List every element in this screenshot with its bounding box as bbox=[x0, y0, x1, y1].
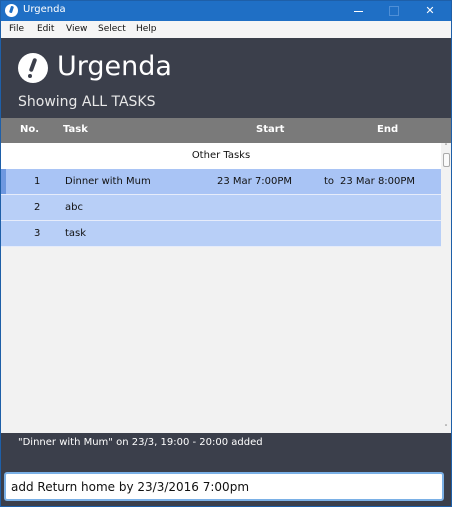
column-end: End bbox=[377, 124, 399, 135]
task-name: task bbox=[65, 228, 87, 239]
task-name: Dinner with Mum bbox=[65, 176, 151, 187]
menu-bar: File Edit View Select Help bbox=[1, 21, 451, 38]
feedback-panel: "Dinner with Mum" on 23/3, 19:00 - 20:00… bbox=[1, 433, 451, 471]
window-title: Urgenda bbox=[23, 4, 66, 15]
column-start: Start bbox=[256, 124, 285, 135]
section-header-other-tasks: Other Tasks bbox=[1, 143, 441, 169]
maximize-button[interactable] bbox=[377, 1, 411, 21]
app-header: Urgenda Showing ALL TASKS bbox=[1, 38, 451, 118]
app-logo-icon bbox=[5, 4, 18, 17]
command-input[interactable] bbox=[4, 472, 444, 501]
urgenda-logo-icon bbox=[18, 53, 48, 83]
column-task: Task bbox=[63, 124, 88, 135]
task-no: 3 bbox=[34, 228, 41, 239]
task-list[interactable]: Other Tasks 1 Dinner with Mum 23 Mar 7:0… bbox=[1, 143, 451, 433]
close-icon: ✕ bbox=[425, 4, 435, 17]
app-window: Urgenda ✕ File Edit View Select Help Urg… bbox=[0, 0, 452, 507]
scroll-thumb[interactable] bbox=[443, 153, 450, 167]
app-name: Urgenda bbox=[57, 51, 172, 82]
menu-select[interactable]: Select bbox=[98, 24, 126, 34]
task-no: 1 bbox=[34, 176, 41, 187]
close-button[interactable]: ✕ bbox=[413, 1, 447, 21]
minimize-icon bbox=[353, 10, 363, 12]
view-status: Showing ALL TASKS bbox=[18, 94, 156, 110]
task-start: 23 Mar 7:00PM bbox=[217, 176, 293, 187]
task-end: 23 Mar 8:00PM bbox=[340, 176, 416, 187]
title-bar[interactable]: Urgenda ✕ bbox=[1, 1, 451, 21]
task-row[interactable]: 1 Dinner with Mum 23 Mar 7:00PM to 23 Ma… bbox=[1, 169, 441, 195]
task-to: to bbox=[324, 176, 335, 187]
selection-marker bbox=[1, 169, 6, 194]
scroll-up-icon[interactable]: ˄ bbox=[442, 144, 450, 151]
column-no: No. bbox=[20, 124, 40, 135]
minimize-button[interactable] bbox=[341, 1, 375, 21]
scroll-down-icon[interactable]: ˅ bbox=[442, 425, 450, 432]
feedback-message: "Dinner with Mum" on 23/3, 19:00 - 20:00… bbox=[18, 437, 263, 448]
vertical-scrollbar[interactable]: ˄ ˅ bbox=[441, 143, 451, 433]
menu-help[interactable]: Help bbox=[136, 24, 157, 34]
task-no: 2 bbox=[34, 202, 41, 213]
task-row[interactable]: 2 abc bbox=[1, 195, 441, 221]
column-header: No. Task Start End bbox=[1, 118, 451, 143]
menu-edit[interactable]: Edit bbox=[37, 24, 54, 34]
menu-file[interactable]: File bbox=[9, 24, 24, 34]
task-name: abc bbox=[65, 202, 83, 213]
command-bar bbox=[1, 471, 451, 506]
task-row[interactable]: 3 task bbox=[1, 221, 441, 247]
menu-view[interactable]: View bbox=[66, 24, 87, 34]
maximize-icon bbox=[389, 6, 399, 16]
